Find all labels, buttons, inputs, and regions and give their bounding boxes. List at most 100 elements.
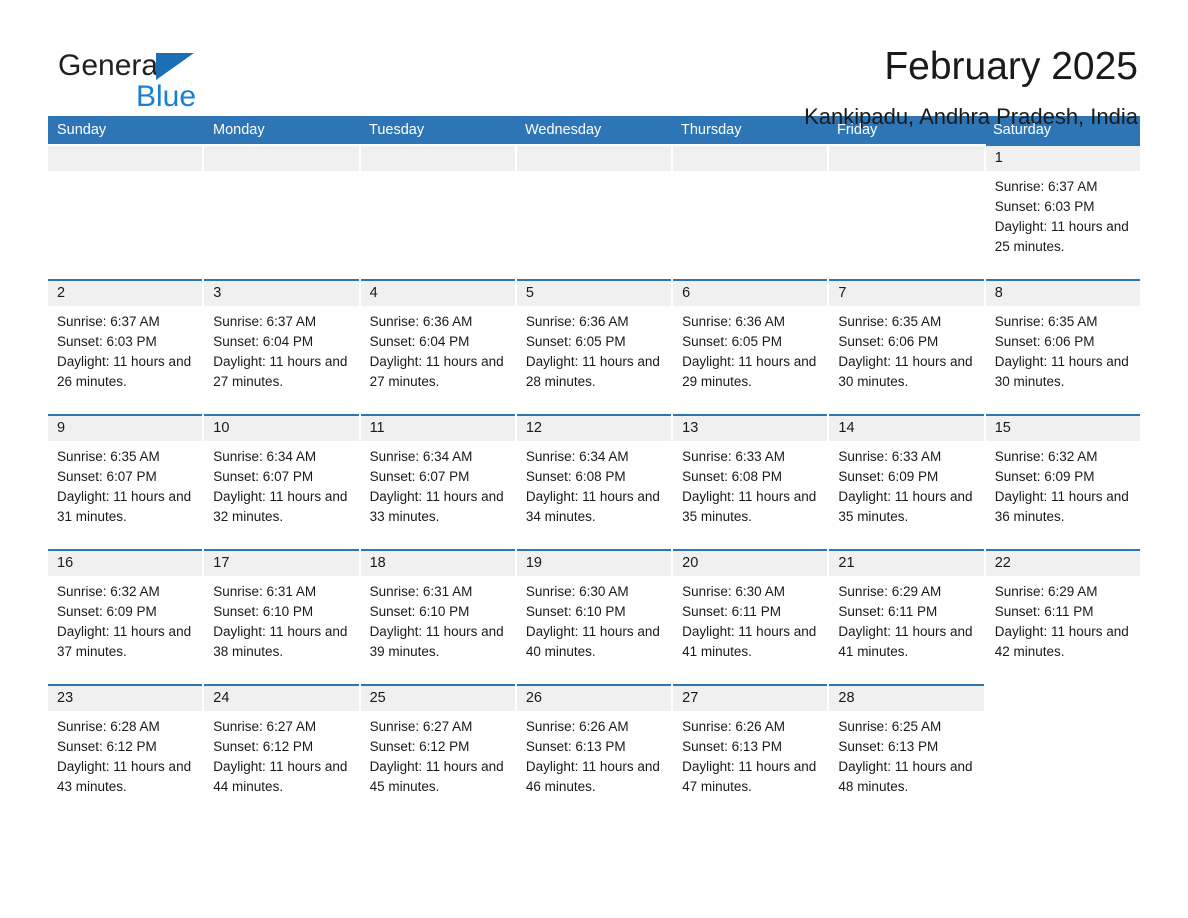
day-cell[interactable]: 9 Sunrise: 6:35 AM Sunset: 6:07 PM Dayli… <box>48 414 203 549</box>
day-cell[interactable]: 27 Sunrise: 6:26 AM Sunset: 6:13 PM Dayl… <box>673 684 828 819</box>
day-cell[interactable]: 22 Sunrise: 6:29 AM Sunset: 6:11 PM Dayl… <box>985 549 1140 684</box>
day-number-bar: 22 <box>985 551 1140 576</box>
day-info: Sunrise: 6:35 AM Sunset: 6:06 PM Dayligh… <box>829 306 983 392</box>
day-cell[interactable]: 6 Sunrise: 6:36 AM Sunset: 6:05 PM Dayli… <box>673 279 828 414</box>
day-info: Sunrise: 6:31 AM Sunset: 6:10 PM Dayligh… <box>361 576 515 662</box>
sunrise-text: Sunrise: 6:32 AM <box>57 584 160 599</box>
day-info: Sunrise: 6:33 AM Sunset: 6:09 PM Dayligh… <box>829 441 983 527</box>
day-cell[interactable]: 26 Sunrise: 6:26 AM Sunset: 6:13 PM Dayl… <box>516 684 672 819</box>
day-number-bar: 2 <box>48 281 203 306</box>
sunset-text: Sunset: 6:07 PM <box>369 469 470 484</box>
day-cell[interactable]: 20 Sunrise: 6:30 AM Sunset: 6:11 PM Dayl… <box>673 549 828 684</box>
sunrise-text: Sunrise: 6:33 AM <box>682 449 785 464</box>
day-number-bar: 9 <box>48 416 203 441</box>
day-cell[interactable]: 14 Sunrise: 6:33 AM Sunset: 6:09 PM Dayl… <box>829 414 984 549</box>
day-number: 21 <box>838 555 855 571</box>
day-cell[interactable]: 21 Sunrise: 6:29 AM Sunset: 6:11 PM Dayl… <box>829 549 984 684</box>
sunrise-text: Sunrise: 6:34 AM <box>525 449 629 464</box>
day-number: 20 <box>682 555 699 571</box>
day-number-bar: 11 <box>360 416 515 441</box>
daylight-text: Daylight: 11 hours and 37 minutes. <box>57 624 192 659</box>
day-number: 18 <box>369 555 386 571</box>
sunrise-text: Sunrise: 6:26 AM <box>525 719 629 734</box>
day-cell[interactable]: 28 Sunrise: 6:25 AM Sunset: 6:13 PM Dayl… <box>829 684 984 819</box>
calendar-week-row: 9 Sunrise: 6:35 AM Sunset: 6:07 PM Dayli… <box>48 414 1140 549</box>
daylight-text: Daylight: 11 hours and 35 minutes. <box>682 489 817 524</box>
day-cell[interactable]: 4 Sunrise: 6:36 AM Sunset: 6:04 PM Dayli… <box>360 279 515 414</box>
day-info: Sunrise: 6:29 AM Sunset: 6:11 PM Dayligh… <box>829 576 983 662</box>
day-cell[interactable]: 24 Sunrise: 6:27 AM Sunset: 6:12 PM Dayl… <box>204 684 359 819</box>
daylight-text: Daylight: 11 hours and 35 minutes. <box>838 489 973 524</box>
daylight-text: Daylight: 11 hours and 29 minutes. <box>682 354 817 389</box>
day-info: Sunrise: 6:30 AM Sunset: 6:11 PM Dayligh… <box>673 576 827 662</box>
day-number: 14 <box>838 420 855 436</box>
day-cell-empty <box>985 684 1140 819</box>
calendar-week-row: 2 Sunrise: 6:37 AM Sunset: 6:03 PM Dayli… <box>48 279 1140 414</box>
sunrise-text: Sunrise: 6:30 AM <box>682 584 785 599</box>
sunrise-text: Sunrise: 6:27 AM <box>213 719 317 734</box>
day-cell[interactable]: 25 Sunrise: 6:27 AM Sunset: 6:12 PM Dayl… <box>360 684 515 819</box>
day-info: Sunrise: 6:34 AM Sunset: 6:07 PM Dayligh… <box>204 441 358 527</box>
day-cell-empty <box>204 144 359 279</box>
sunset-text: Sunset: 6:13 PM <box>838 739 939 754</box>
day-number: 24 <box>213 690 230 706</box>
day-cell[interactable]: 19 Sunrise: 6:30 AM Sunset: 6:10 PM Dayl… <box>516 549 672 684</box>
day-cell[interactable]: 10 Sunrise: 6:34 AM Sunset: 6:07 PM Dayl… <box>204 414 359 549</box>
day-cell[interactable]: 23 Sunrise: 6:28 AM Sunset: 6:12 PM Dayl… <box>48 684 203 819</box>
logo-text-blue: Blue <box>136 80 197 113</box>
sunset-text: Sunset: 6:04 PM <box>369 334 470 349</box>
day-cell[interactable]: 1 Sunrise: 6:37 AM Sunset: 6:03 PM Dayli… <box>985 144 1140 279</box>
day-number: 10 <box>213 420 230 436</box>
daylight-text: Daylight: 11 hours and 42 minutes. <box>994 624 1129 659</box>
day-cell[interactable]: 11 Sunrise: 6:34 AM Sunset: 6:07 PM Dayl… <box>360 414 515 549</box>
weekday-friday: Friday <box>837 122 878 138</box>
sunset-text: Sunset: 6:12 PM <box>369 739 470 754</box>
sunrise-text: Sunrise: 6:33 AM <box>838 449 942 464</box>
day-number-bar: 4 <box>360 281 515 306</box>
day-info: Sunrise: 6:33 AM Sunset: 6:08 PM Dayligh… <box>673 441 827 527</box>
sunset-text: Sunset: 6:04 PM <box>213 334 314 349</box>
day-cell[interactable]: 18 Sunrise: 6:31 AM Sunset: 6:10 PM Dayl… <box>360 549 515 684</box>
sunrise-text: Sunrise: 6:37 AM <box>994 179 1098 194</box>
day-info: Sunrise: 6:26 AM Sunset: 6:13 PM Dayligh… <box>517 711 671 797</box>
day-cell[interactable]: 5 Sunrise: 6:36 AM Sunset: 6:05 PM Dayli… <box>516 279 672 414</box>
day-number-bar: 26 <box>516 686 672 711</box>
sunrise-text: Sunrise: 6:36 AM <box>682 314 785 329</box>
sunrise-text: Sunrise: 6:27 AM <box>369 719 473 734</box>
day-cell[interactable]: 13 Sunrise: 6:33 AM Sunset: 6:08 PM Dayl… <box>673 414 828 549</box>
day-cell[interactable]: 8 Sunrise: 6:35 AM Sunset: 6:06 PM Dayli… <box>985 279 1140 414</box>
day-number-bar: 20 <box>673 551 828 576</box>
sunset-text: Sunset: 6:13 PM <box>525 739 626 754</box>
day-cell-empty <box>516 144 672 279</box>
day-number: 23 <box>57 690 74 706</box>
day-info: Sunrise: 6:37 AM Sunset: 6:03 PM Dayligh… <box>48 306 202 392</box>
day-cell[interactable]: 12 Sunrise: 6:34 AM Sunset: 6:08 PM Dayl… <box>516 414 672 549</box>
day-cell[interactable]: 17 Sunrise: 6:31 AM Sunset: 6:10 PM Dayl… <box>204 549 359 684</box>
daylight-text: Daylight: 11 hours and 36 minutes. <box>994 489 1129 524</box>
day-number: 5 <box>525 285 534 301</box>
daylight-text: Daylight: 11 hours and 47 minutes. <box>682 759 817 794</box>
daylight-text: Daylight: 11 hours and 32 minutes. <box>213 489 348 524</box>
sunrise-text: Sunrise: 6:31 AM <box>213 584 317 599</box>
day-cell[interactable]: 16 Sunrise: 6:32 AM Sunset: 6:09 PM Dayl… <box>48 549 203 684</box>
daylight-text: Daylight: 11 hours and 28 minutes. <box>525 354 660 389</box>
sunrise-text: Sunrise: 6:29 AM <box>994 584 1098 599</box>
day-number-bar: 19 <box>516 551 672 576</box>
day-number: 22 <box>994 555 1011 571</box>
calendar-grid: Sunday Monday Tuesday Wednesday Thursday… <box>48 116 1140 819</box>
sunset-text: Sunset: 6:03 PM <box>994 199 1095 214</box>
day-cell[interactable]: 7 Sunrise: 6:35 AM Sunset: 6:06 PM Dayli… <box>829 279 984 414</box>
day-number: 27 <box>682 690 699 706</box>
sunset-text: Sunset: 6:09 PM <box>994 469 1095 484</box>
day-number-bar <box>516 146 672 171</box>
daylight-text: Daylight: 11 hours and 41 minutes. <box>682 624 817 659</box>
sunset-text: Sunset: 6:09 PM <box>838 469 939 484</box>
day-cell[interactable]: 3 Sunrise: 6:37 AM Sunset: 6:04 PM Dayli… <box>204 279 359 414</box>
day-cell[interactable]: 15 Sunrise: 6:32 AM Sunset: 6:09 PM Dayl… <box>985 414 1140 549</box>
day-info: Sunrise: 6:27 AM Sunset: 6:12 PM Dayligh… <box>361 711 515 797</box>
sunrise-text: Sunrise: 6:28 AM <box>57 719 160 734</box>
sunset-text: Sunset: 6:06 PM <box>994 334 1095 349</box>
daylight-text: Daylight: 11 hours and 44 minutes. <box>213 759 348 794</box>
day-number-bar <box>48 146 203 171</box>
day-cell[interactable]: 2 Sunrise: 6:37 AM Sunset: 6:03 PM Dayli… <box>48 279 203 414</box>
